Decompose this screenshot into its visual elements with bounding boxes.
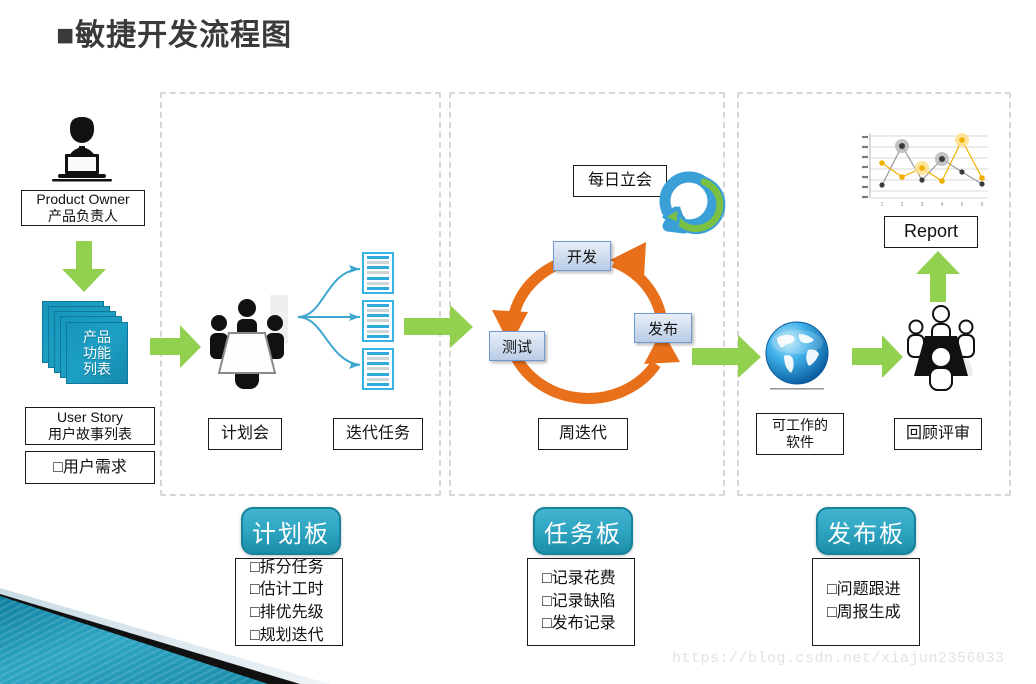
working-software-line-1: 可工作的 [772, 416, 828, 433]
board-item: □记录缺陷 [542, 592, 616, 610]
doc-line [367, 377, 389, 381]
doc-line [367, 372, 389, 376]
green-circular-arrow-icon [659, 171, 726, 235]
doc-line [367, 256, 389, 259]
requirement-box: □用户需求 [25, 451, 155, 484]
svg-text:2: 2 [901, 202, 904, 208]
doc-line [367, 329, 389, 333]
retrospective-label: 回顾评审 [905, 425, 970, 443]
green-up-arrow-icon [916, 251, 960, 302]
daily-standup-box: 每日立会 [573, 165, 667, 197]
cycle-step-release-label: 发布 [647, 320, 678, 338]
doc-line [367, 281, 389, 285]
cycle-step-test: 测试 [489, 331, 545, 361]
working-software-line-2: 软件 [786, 434, 814, 450]
board-item: □发布记录 [542, 615, 616, 633]
watermark-text: https://blog.csdn.net/xiajun2356033 [672, 650, 1005, 667]
cycle-step-release: 发布 [634, 313, 692, 343]
board-item: □问题跟进 [827, 581, 901, 599]
board-pill-planning-label: 计划板 [252, 520, 330, 548]
stack-line-1: 产品 [83, 328, 111, 345]
report-label: Report [903, 221, 959, 242]
doc-line [367, 314, 389, 318]
meeting-table-icon [210, 295, 288, 389]
green-right-arrow-icon [852, 335, 903, 378]
cycle-step-test-label: 测试 [501, 338, 532, 356]
board-list-release: □问题跟进 □周报生成 [812, 558, 920, 646]
iteration-task-label: 迭代任务 [345, 425, 410, 443]
product-owner-line-en: Product Owner [36, 190, 130, 207]
doc-line [367, 309, 389, 313]
product-owner-box: Product Owner 产品负责人 [21, 190, 145, 226]
planning-meeting-label-box: 计划会 [208, 418, 282, 450]
iteration-task-label-box: 迭代任务 [333, 418, 423, 450]
board-pill-task-label: 任务板 [544, 520, 622, 548]
green-right-arrow-icon [150, 325, 201, 368]
svg-text:1: 1 [881, 202, 884, 208]
weekly-iteration-label: 周迭代 [558, 425, 607, 443]
doc-line [367, 362, 389, 366]
stack-line-3: 列表 [83, 361, 111, 378]
green-right-arrow-icon [692, 335, 761, 378]
doc-line [367, 266, 389, 270]
svg-text:5: 5 [961, 202, 964, 208]
page-title: ■敏捷开发流程图 [56, 19, 293, 52]
retrospective-label-box: 回顾评审 [894, 418, 982, 450]
planning-meeting-label: 计划会 [220, 425, 269, 443]
doc-line [367, 276, 389, 280]
board-item: □排优先级 [250, 604, 324, 621]
doc-line [367, 334, 389, 338]
report-label-box: Report [884, 216, 978, 248]
doc-line [367, 271, 389, 275]
iteration-task-doc [362, 300, 394, 342]
board-pill-release-label: 发布板 [827, 520, 905, 548]
board-item: □规划迭代 [250, 626, 324, 644]
doc-line [367, 357, 389, 361]
doc-line [367, 304, 389, 307]
task-branch-connectors [297, 265, 361, 369]
product-owner-line-cn: 产品负责人 [48, 208, 118, 224]
board-pill-planning[interactable]: 计划板 [241, 507, 341, 555]
product-backlog-stack: 产品 功能 列表 [42, 301, 128, 385]
slide-canvas: ■敏捷开发流程图 Product Owner 产品负责人 产品 功能 列表 Us… [0, 0, 1036, 684]
iteration-task-doc [362, 348, 394, 390]
globe-icon [765, 321, 829, 390]
board-list-planning: □拆分任务 □估计工时 □排优先级 □规划迭代 [235, 558, 343, 646]
meeting-table-icon [907, 305, 975, 391]
board-item: □估计工时 [250, 581, 324, 599]
board-pill-task[interactable]: 任务板 [533, 507, 633, 555]
iteration-task-doc [362, 252, 394, 294]
board-list-task: □记录花费 □记录缺陷 □发布记录 [527, 558, 635, 646]
svg-text:4: 4 [941, 202, 944, 208]
green-down-arrow-icon [62, 241, 106, 292]
doc-line [367, 286, 389, 290]
user-story-line-cn: 用户故事列表 [48, 426, 132, 442]
board-item: □周报生成 [827, 604, 901, 621]
doc-line [367, 261, 389, 265]
doc-line [367, 382, 389, 386]
daily-standup-label: 每日立会 [587, 172, 652, 190]
board-pill-release[interactable]: 发布板 [816, 507, 916, 555]
stack-line-2: 功能 [83, 344, 111, 361]
stack-card-label: 产品 功能 列表 [66, 322, 128, 384]
line-chart-icon: 1 2 3 4 5 6 [852, 128, 992, 208]
cycle-step-develop-label: 开发 [566, 248, 597, 266]
person-with-laptop-icon [52, 117, 112, 182]
doc-line [367, 352, 389, 355]
green-right-arrow-icon [404, 305, 473, 348]
working-software-box: 可工作的 软件 [756, 413, 844, 455]
board-item: □拆分任务 [250, 558, 324, 576]
svg-text:3: 3 [921, 202, 924, 208]
weekly-iteration-label-box: 周迭代 [538, 418, 628, 450]
requirement-label: □用户需求 [53, 458, 127, 476]
doc-line [367, 319, 389, 323]
cycle-step-develop: 开发 [553, 241, 611, 271]
svg-text:6: 6 [981, 202, 984, 208]
user-story-line-en: User Story [56, 408, 124, 425]
user-story-box: User Story 用户故事列表 [25, 407, 155, 445]
doc-line [367, 367, 389, 371]
board-item: □记录花费 [542, 569, 616, 587]
doc-line [367, 324, 389, 328]
